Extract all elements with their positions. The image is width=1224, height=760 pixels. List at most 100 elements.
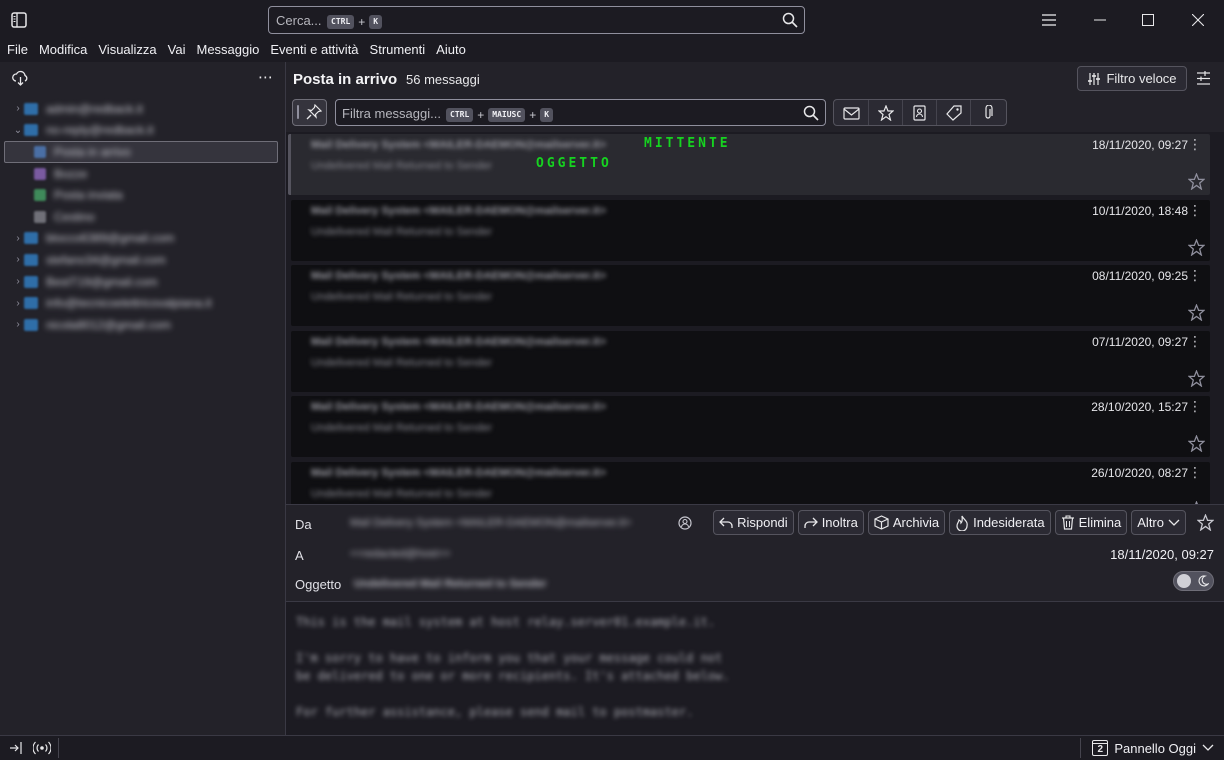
- menu-tools[interactable]: Strumenti: [370, 40, 426, 62]
- from-value[interactable]: Mail Delivery System <MAILER-DAEMON@mail…: [350, 517, 631, 529]
- menu-view[interactable]: Visualizza: [98, 40, 156, 62]
- folder-row[interactable]: Posta inviata: [0, 184, 286, 206]
- archive-button[interactable]: Archivia: [867, 510, 946, 535]
- message-card[interactable]: Mail Delivery System <MAILER-DAEMON@mail…: [291, 330, 1210, 392]
- menu-bar: File Modifica Visualizza Vai Messaggio E…: [0, 40, 1224, 62]
- collapse-pane-icon[interactable]: [9, 741, 23, 755]
- chevron-right-icon[interactable]: ›: [12, 319, 24, 330]
- folder-pane: ⋯ › admin@redback.it ⌄ no-reply@redback.it P…: [0, 62, 286, 735]
- chevron-right-icon[interactable]: ›: [12, 254, 24, 265]
- folder-row[interactable]: › nicola8012@gmail.com: [0, 314, 286, 336]
- folder-row[interactable]: Bozze: [0, 163, 286, 185]
- paperclip-icon: [984, 104, 993, 119]
- today-pane-button[interactable]: 2 Pannello Oggi: [1092, 740, 1214, 756]
- online-status-icon[interactable]: [33, 741, 51, 755]
- message-menu-icon[interactable]: ⋮: [1188, 398, 1202, 415]
- filter-tags-button[interactable]: [936, 100, 970, 125]
- reply-icon: [719, 517, 733, 528]
- menu-file[interactable]: File: [7, 40, 28, 62]
- folder-row[interactable]: › admin@redback.it: [0, 98, 286, 120]
- filter-messages-input[interactable]: Filtra messaggi... CTRL + MAIUSC + K: [335, 99, 826, 126]
- sticky-filter-button[interactable]: [292, 99, 327, 126]
- filter-unread-button[interactable]: [834, 100, 868, 125]
- forward-button[interactable]: Inoltra: [797, 510, 864, 535]
- message-card[interactable]: Mail Delivery System <MAILER-DAEMON@mail…: [291, 199, 1210, 261]
- folder-label: no-reply@redback.it: [46, 123, 154, 138]
- reply-button[interactable]: Rispondi: [713, 510, 794, 535]
- message-date: 18/11/2020, 09:27: [1110, 547, 1214, 562]
- message-menu-icon[interactable]: ⋮: [1188, 202, 1202, 219]
- folder-label: admin@redback.it: [46, 101, 143, 116]
- trash-icon: [1061, 515, 1074, 530]
- get-messages-icon[interactable]: [12, 70, 29, 87]
- body-line: be delivered to one or more recipients. …: [296, 669, 730, 683]
- message-menu-icon[interactable]: ⋮: [1188, 333, 1202, 350]
- star-icon[interactable]: [1197, 514, 1214, 531]
- folder-label: nicola8012@gmail.com: [46, 317, 171, 332]
- shortcut-key: CTRL: [327, 14, 355, 29]
- folder-row[interactable]: Cestino: [0, 206, 286, 228]
- folder-row[interactable]: › BestT19@gmail.com: [0, 271, 286, 293]
- star-icon[interactable]: [1188, 238, 1205, 256]
- close-icon: [1192, 14, 1204, 26]
- search-icon[interactable]: [782, 12, 798, 28]
- folder-icon: [24, 124, 38, 137]
- menu-message[interactable]: Messaggio: [197, 40, 260, 62]
- tag-icon: [946, 104, 962, 121]
- dark-reader-toggle[interactable]: [1173, 571, 1214, 591]
- chevron-right-icon[interactable]: ›: [12, 276, 24, 287]
- message-card[interactable]: Mail Delivery System <MAILER-DAEMON@mail…: [291, 396, 1210, 457]
- chevron-down-icon[interactable]: ⌄: [12, 125, 24, 136]
- folder-row[interactable]: Posta in arrivo: [4, 141, 278, 163]
- star-icon[interactable]: [1188, 304, 1205, 321]
- menu-events[interactable]: Eventi e attività: [270, 40, 358, 62]
- star-icon[interactable]: [1188, 369, 1205, 387]
- message-card[interactable]: Mail Delivery System <MAILER-DAEMON@mail…: [291, 461, 1210, 504]
- folder-tree: › admin@redback.it ⌄ no-reply@redback.it Pos…: [0, 98, 286, 336]
- maximize-button[interactable]: [1124, 0, 1172, 40]
- message-menu-icon[interactable]: ⋮: [1188, 464, 1202, 481]
- sidebar-toggle-icon[interactable]: [10, 11, 28, 29]
- menu-edit[interactable]: Modifica: [39, 40, 87, 62]
- folder-icon: [34, 210, 46, 223]
- message-card[interactable]: Mail Delivery System <MAILER-DAEMON@mail…: [288, 134, 1210, 195]
- app-menu-button[interactable]: [1025, 0, 1073, 40]
- folder-row[interactable]: ⌄ no-reply@redback.it: [0, 120, 286, 142]
- star-icon[interactable]: [1188, 435, 1205, 452]
- folder-pane-menu-icon[interactable]: ⋯: [258, 68, 273, 86]
- message-card[interactable]: Mail Delivery System <MAILER-DAEMON@mail…: [291, 265, 1210, 326]
- display-options-icon[interactable]: [1196, 71, 1211, 86]
- chevron-right-icon[interactable]: ›: [12, 233, 24, 244]
- chevron-right-icon[interactable]: ›: [12, 298, 24, 309]
- body-line: For further assistance, please send mail…: [296, 705, 694, 719]
- more-button[interactable]: Altro: [1131, 510, 1186, 535]
- folder-icon: [24, 102, 38, 115]
- folder-icon: [24, 253, 38, 266]
- delete-button[interactable]: Elimina: [1054, 510, 1128, 535]
- folder-row[interactable]: › info@tecnicoelettricovalpiana.it: [0, 292, 286, 314]
- chevron-right-icon[interactable]: ›: [12, 103, 24, 114]
- folder-row[interactable]: › stefano34@gmail.com: [0, 249, 286, 271]
- message-menu-icon[interactable]: ⋮: [1188, 267, 1202, 284]
- folder-label: Posta in arrivo: [54, 144, 131, 159]
- annotation-subject: OGGETTO: [536, 156, 612, 171]
- message-sender: Mail Delivery System <MAILER-DAEMON@mail…: [311, 204, 607, 217]
- folder-icon: [24, 275, 38, 288]
- message-menu-icon[interactable]: ⋮: [1188, 136, 1202, 153]
- close-button[interactable]: [1174, 0, 1222, 40]
- filter-attachment-button[interactable]: [970, 100, 1004, 125]
- menu-go[interactable]: Vai: [168, 40, 186, 62]
- folder-row[interactable]: › blocco6389@gmail.com: [0, 228, 286, 250]
- minimize-button[interactable]: [1076, 0, 1124, 40]
- to-value[interactable]: <<redacted@host>>: [350, 548, 450, 560]
- global-search-input[interactable]: Cerca... CTRL + K: [268, 6, 805, 34]
- star-icon[interactable]: [1188, 173, 1205, 190]
- search-placeholder: Cerca...: [276, 13, 322, 28]
- contact-icon[interactable]: [678, 516, 692, 530]
- filter-contacts-button[interactable]: [902, 100, 936, 125]
- junk-button[interactable]: Indesiderata: [949, 510, 1051, 535]
- menu-help[interactable]: Aiuto: [436, 40, 466, 62]
- quick-filter-button[interactable]: Filtro veloce: [1077, 66, 1187, 91]
- filter-starred-button[interactable]: [868, 100, 902, 125]
- main-area: Posta in arrivo 56 messaggi Filtro veloc…: [286, 62, 1224, 735]
